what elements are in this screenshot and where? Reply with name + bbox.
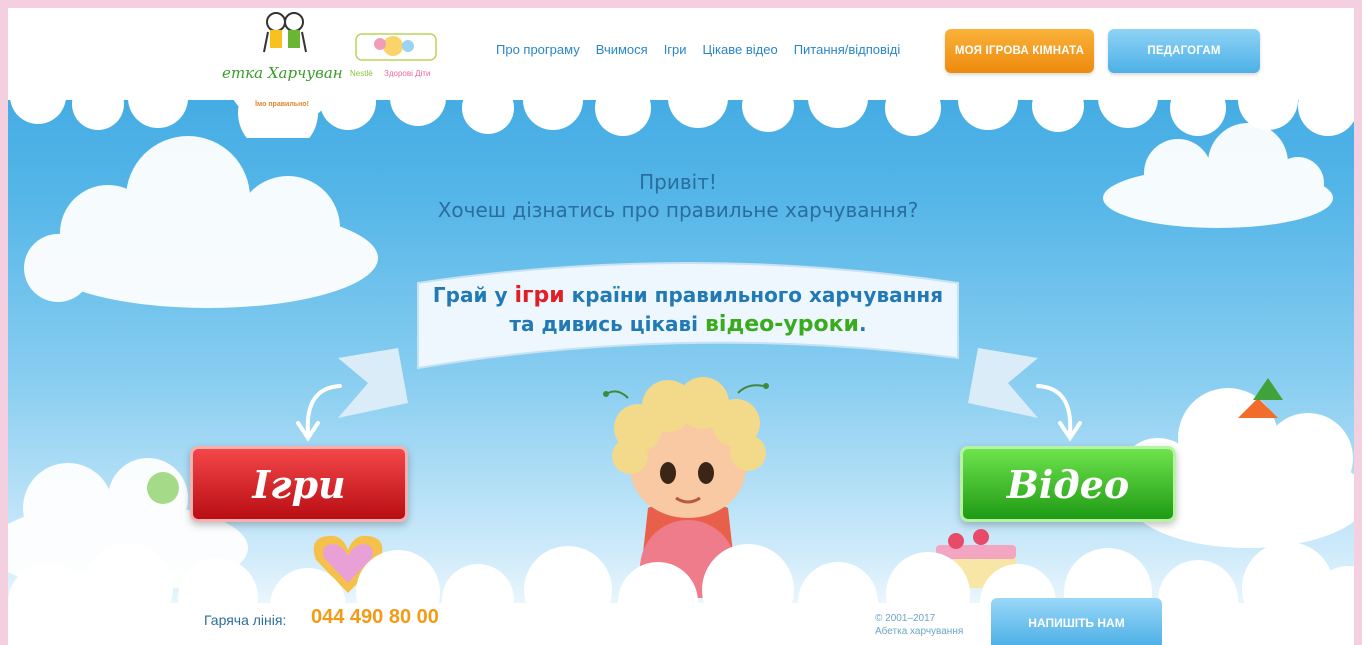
cloud-left	[24, 136, 378, 308]
nav-item-faq[interactable]: Питання/відповіді	[794, 42, 901, 57]
write-to-us-button[interactable]: НАПИШІТЬ НАМ	[991, 598, 1162, 645]
nav-item-about[interactable]: Про програму	[496, 42, 580, 57]
games-button[interactable]: Ігри	[190, 446, 408, 522]
logo-kids-icon: Абетка Харчування Їмо правильно!	[201, 10, 362, 126]
banner-video-word: відео-уроки	[705, 312, 859, 337]
copyright: © 2001–2017 Абетка харчування	[875, 612, 963, 638]
greeting-line-2: Хочеш дізнатись про правильне харчування…	[437, 198, 919, 222]
partner-logo-icon: Nestlé Здорові Діти	[350, 33, 437, 78]
partner-logo-text-2: Здорові Діти	[384, 69, 430, 78]
logo-title: Абетка Харчування	[222, 64, 342, 82]
arrow-right-icon	[1036, 384, 1082, 442]
hotline-label: Гаряча лінія:	[204, 612, 287, 628]
greeting-line-1: Привіт!	[639, 170, 717, 194]
partner-logo-text-1: Nestlé	[350, 69, 373, 78]
nav-item-video[interactable]: Цікаве відео	[703, 42, 778, 57]
copyright-line-2: Абетка харчування	[875, 626, 964, 637]
copyright-line-1: © 2001–2017	[875, 613, 936, 624]
banner-text-part-3: та дивись цікаві	[509, 312, 705, 336]
page-frame: Абетка Харчування Їмо правильно! Nestlé …	[8, 8, 1354, 645]
logo-tagline: Їмо правильно!	[254, 100, 309, 108]
video-button[interactable]: Відео	[960, 446, 1176, 522]
banner-text-part-1: Грай у	[432, 283, 515, 307]
nav-item-learn[interactable]: Вчимося	[596, 42, 648, 57]
partner-logo[interactable]: Nestlé Здорові Діти	[348, 24, 448, 84]
arrow-left-icon	[296, 384, 342, 442]
cloud-right-top	[1103, 123, 1333, 228]
main-nav: Про програму Вчимося Ігри Цікаве відео П…	[496, 42, 900, 57]
site-logo[interactable]: Абетка Харчування Їмо правильно!	[201, 8, 362, 128]
nav-item-games[interactable]: Ігри	[664, 42, 687, 57]
banner-games-word: ігри	[514, 283, 565, 308]
banner-text-part-2: країни правильного харчування	[564, 283, 944, 307]
my-game-room-button[interactable]: МОЯ ІГРОВА КІМНАТА	[945, 29, 1094, 73]
teachers-button[interactable]: ПЕДАГОГАМ	[1108, 29, 1260, 73]
banner-text-part-4: .	[858, 312, 867, 336]
hotline-number[interactable]: 044 490 80 00	[311, 606, 439, 629]
banner-text: Грай у ігри країни правильного харчуванн…	[418, 281, 958, 339]
greeting-text: Привіт! Хочеш дізнатись про правильне ха…	[368, 168, 988, 224]
